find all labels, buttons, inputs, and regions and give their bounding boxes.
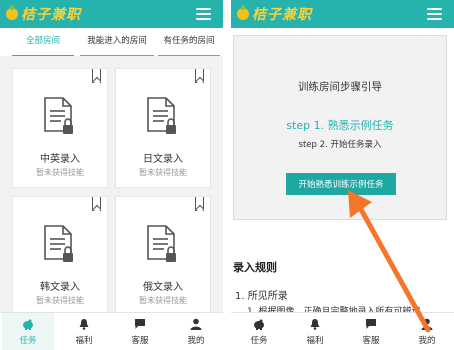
nav-label: 客服 [131, 336, 149, 346]
nav-tasks[interactable]: 任务 [2, 313, 54, 350]
nav-benefits[interactable]: 福利 [289, 313, 341, 350]
bookmark-icon[interactable] [195, 197, 204, 211]
brand-name: 桔子兼职 [21, 7, 81, 23]
bookmark-icon[interactable] [195, 69, 204, 83]
room-tabs: 全部房间 我能进入的房间 有任务的房间 [0, 28, 223, 56]
room-card-russian[interactable]: 俄文录入 暂未获得技能 [115, 196, 211, 316]
nav-label: 任务 [250, 336, 268, 346]
screenshot-divider [223, 0, 231, 350]
tab-rooms-with-tasks[interactable]: 有任务的房间 [158, 28, 220, 56]
app-logo[interactable]: 桔子兼职 [6, 5, 81, 23]
user-icon [190, 318, 202, 330]
piggy-bank-icon [254, 319, 264, 330]
locked-document-icon [44, 97, 73, 134]
room-title: 韩文录入 [40, 282, 80, 293]
menu-icon[interactable] [196, 8, 211, 20]
locked-document-icon [147, 97, 176, 134]
room-list-screen: 桔子兼职 全部房间 我能进入的房间 有任务的房间 中英录入 暂未获得技能 日文录… [0, 0, 223, 350]
guide-title: 训练房间步骤引导 [298, 81, 382, 93]
brand-name: 桔子兼职 [252, 7, 312, 23]
tab-all-rooms[interactable]: 全部房间 [12, 28, 74, 56]
room-status: 暂未获得技能 [36, 296, 84, 305]
room-status: 暂未获得技能 [139, 296, 187, 305]
room-status: 暂未获得技能 [139, 168, 187, 177]
rules-heading: 录入规则 [233, 261, 277, 274]
top-bar: 桔子兼职 [231, 0, 454, 28]
locked-document-icon [44, 225, 73, 262]
room-card-japanese[interactable]: 日文录入 暂未获得技能 [115, 68, 211, 188]
room-card-chinese-english[interactable]: 中英录入 暂未获得技能 [12, 68, 108, 188]
rule-item-1: 1. 所见所录 [235, 291, 288, 302]
guide-step-1: step 1. 熟悉示例任务 [286, 119, 394, 132]
nav-support[interactable]: 客服 [114, 313, 166, 350]
menu-icon[interactable] [427, 8, 442, 20]
bottom-nav: 任务 福利 客服 我的 [0, 312, 223, 350]
room-title: 日文录入 [143, 154, 183, 165]
piggy-bank-icon [23, 319, 33, 330]
nav-benefits[interactable]: 福利 [58, 313, 110, 350]
room-status: 暂未获得技能 [36, 168, 84, 177]
locked-document-icon [147, 225, 176, 262]
nav-label: 福利 [75, 336, 93, 346]
app-logo[interactable]: 桔子兼职 [237, 5, 312, 23]
annotation-arrow [348, 190, 431, 333]
nav-tasks[interactable]: 任务 [233, 313, 285, 350]
room-grid: 中英录入 暂未获得技能 日文录入 暂未获得技能 韩文录入 暂未获得技能 俄文录入… [0, 56, 223, 316]
guide-step-2: step 2. 开始任务录入 [298, 140, 382, 150]
room-title: 中英录入 [40, 154, 80, 165]
orange-icon [6, 8, 18, 20]
nav-profile[interactable]: 我的 [170, 313, 222, 350]
tab-accessible-rooms[interactable]: 我能进入的房间 [80, 28, 154, 56]
bookmark-icon[interactable] [92, 197, 101, 211]
room-title: 俄文录入 [143, 282, 183, 293]
orange-icon [237, 8, 249, 20]
nav-label: 我的 [187, 336, 205, 346]
bookmark-icon[interactable] [92, 69, 101, 83]
room-card-korean[interactable]: 韩文录入 暂未获得技能 [12, 196, 108, 316]
bell-icon [310, 319, 320, 330]
chat-icon [135, 319, 145, 329]
bell-icon [79, 319, 89, 330]
nav-label: 福利 [306, 336, 324, 346]
top-bar: 桔子兼职 [0, 0, 223, 28]
nav-label: 任务 [19, 336, 37, 346]
